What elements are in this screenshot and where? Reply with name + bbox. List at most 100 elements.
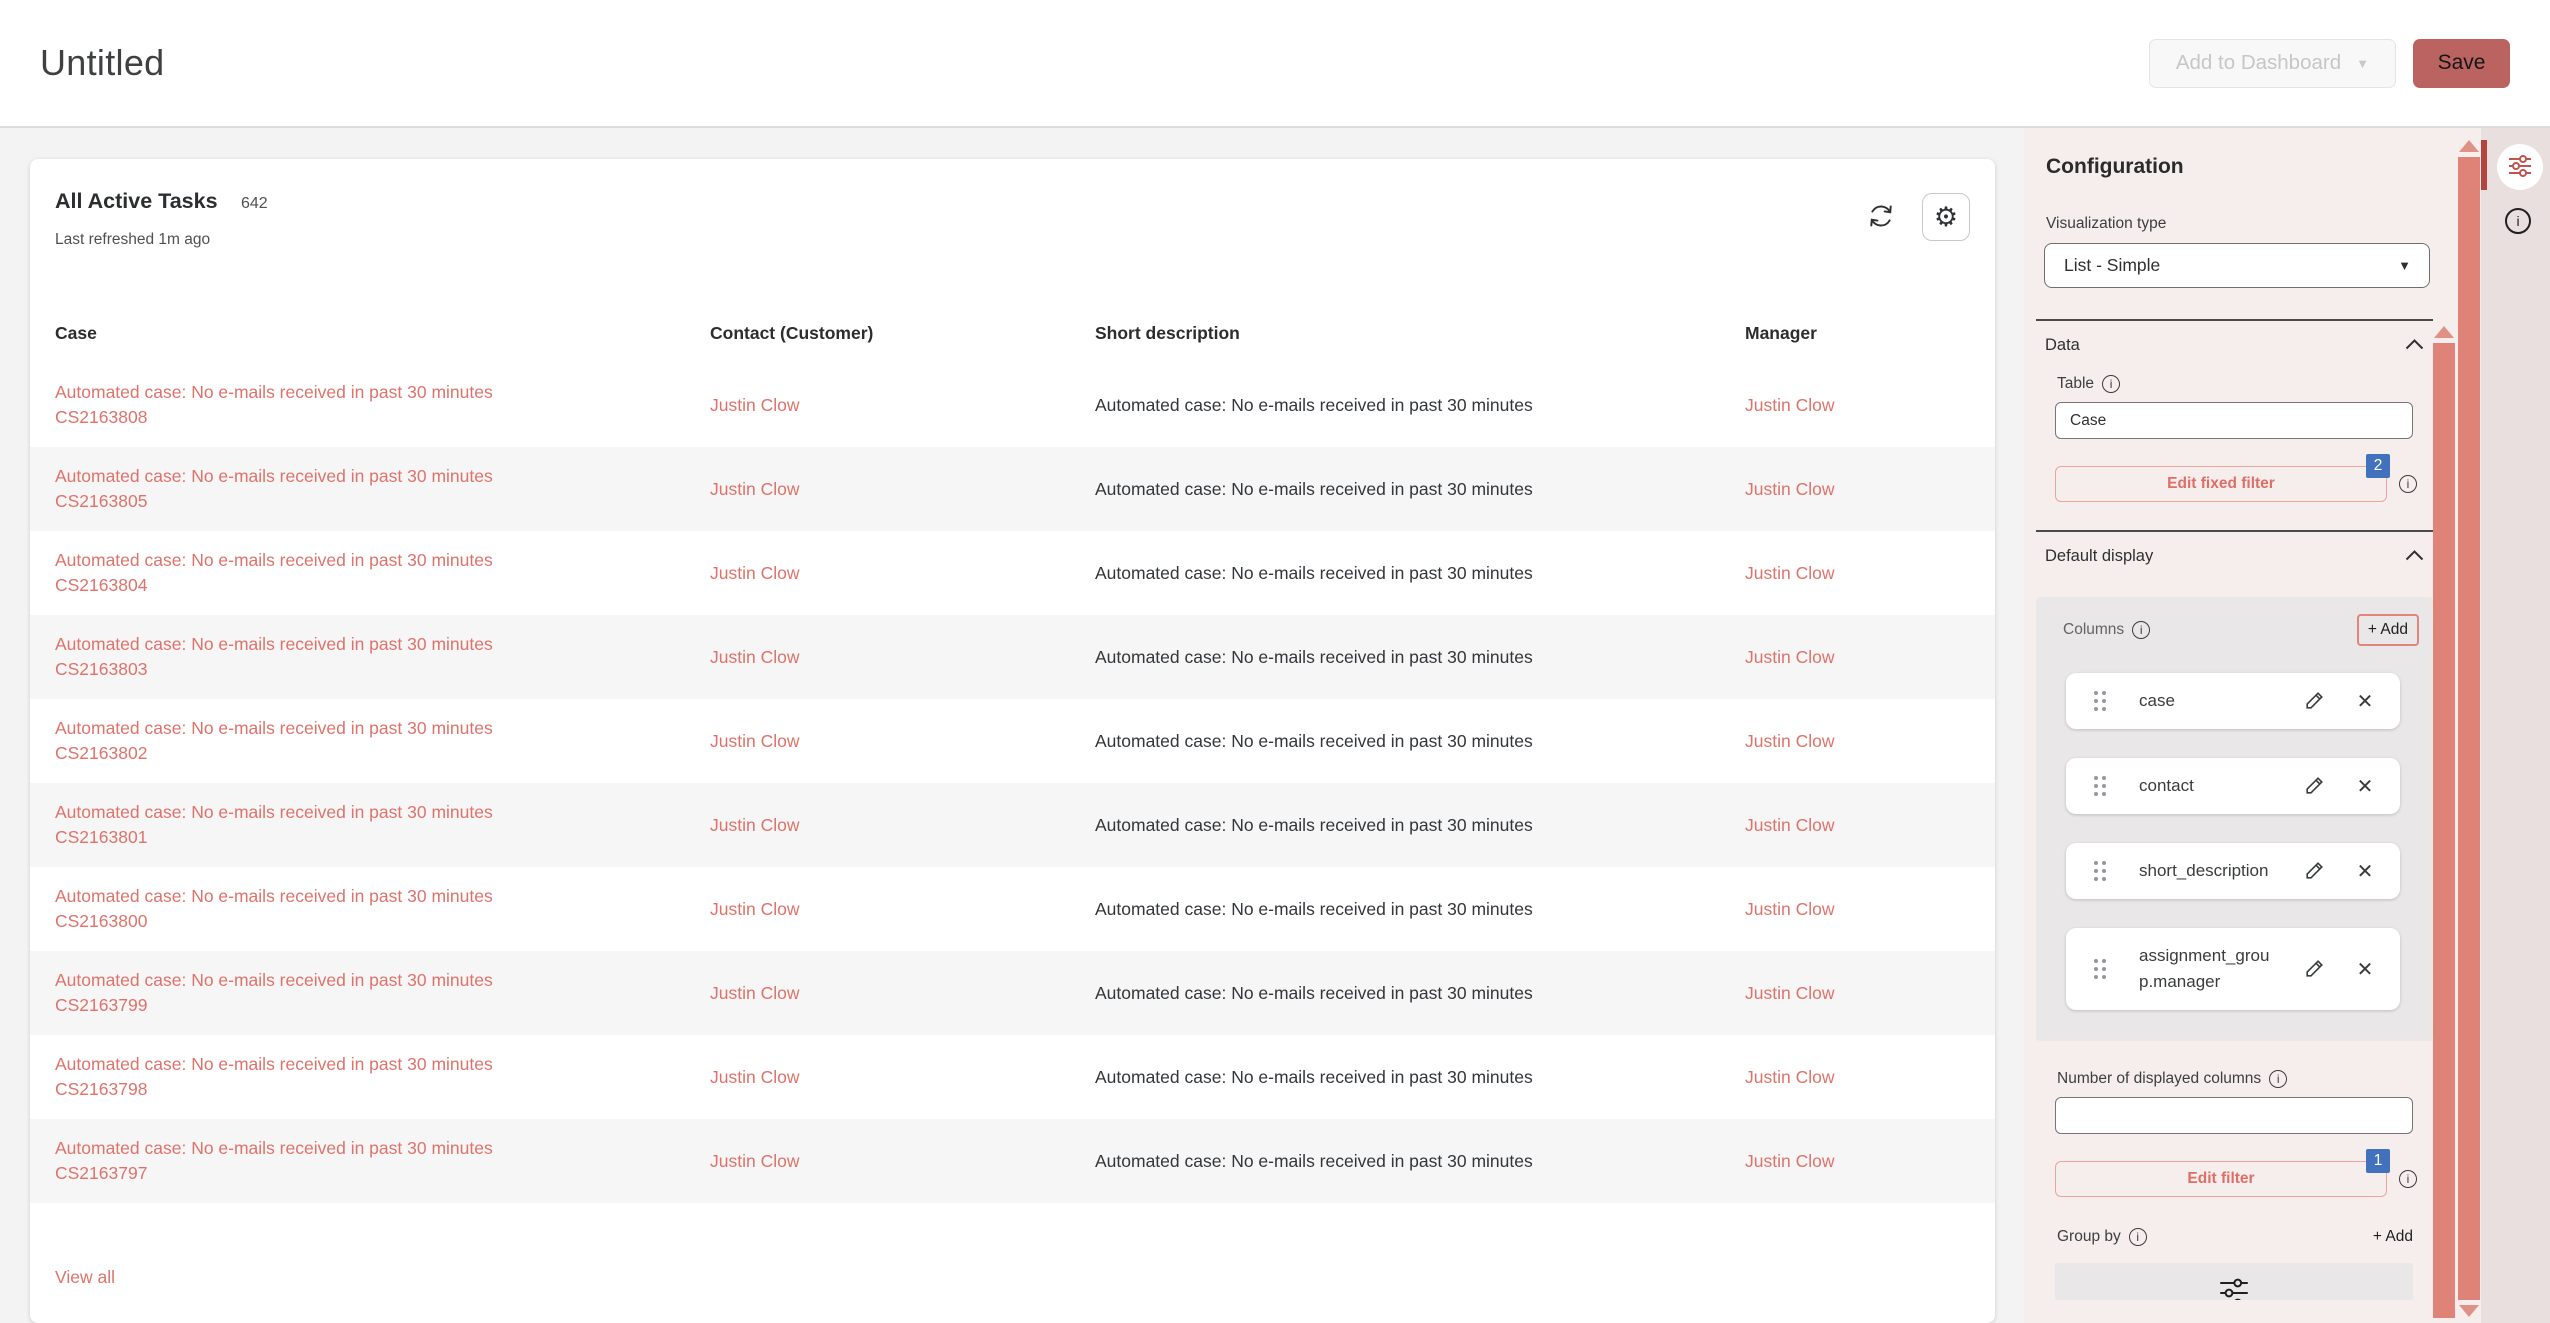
case-link[interactable]: Automated case: No e-mails received in p… <box>55 1136 680 1186</box>
contact-link[interactable]: Justin Clow <box>710 983 799 1003</box>
edit-column-button[interactable] <box>2302 858 2328 884</box>
manager-link[interactable]: Justin Clow <box>1745 815 1834 835</box>
contact-link[interactable]: Justin Clow <box>710 395 799 415</box>
info-tab-button[interactable]: i <box>2505 208 2531 234</box>
manager-link[interactable]: Justin Clow <box>1745 647 1834 667</box>
case-link[interactable]: Automated case: No e-mails received in p… <box>55 380 680 430</box>
chevron-down-icon: ▼ <box>2356 56 2369 71</box>
edit-column-button[interactable] <box>2302 688 2328 714</box>
column-chip-label: assignment_group.manager <box>2139 943 2271 995</box>
column-chip[interactable]: case ✕ <box>2066 673 2400 729</box>
info-icon[interactable]: i <box>2269 1070 2287 1088</box>
edit-fixed-filter-button[interactable]: Edit fixed filter <box>2055 466 2387 502</box>
info-icon[interactable]: i <box>2399 1170 2417 1188</box>
scroll-up-arrow[interactable] <box>2434 326 2454 338</box>
contact-link[interactable]: Justin Clow <box>710 479 799 499</box>
scroll-down-arrow[interactable] <box>2459 1305 2479 1317</box>
remove-column-button[interactable]: ✕ <box>2352 774 2378 799</box>
contact-link[interactable]: Justin Clow <box>710 899 799 919</box>
close-icon: ✕ <box>2357 959 2374 981</box>
add-to-dashboard-button[interactable]: Add to Dashboard ▼ <box>2149 39 2396 88</box>
default-display-section-header[interactable]: Default display <box>2036 532 2433 581</box>
num-columns-input[interactable] <box>2055 1097 2413 1134</box>
info-icon[interactable]: i <box>2129 1228 2147 1246</box>
scrollbar-thumb[interactable] <box>2458 157 2480 1300</box>
record-count: 642 <box>241 195 268 212</box>
manager-link[interactable]: Justin Clow <box>1745 899 1834 919</box>
remove-column-button[interactable]: ✕ <box>2352 689 2378 714</box>
contact-link[interactable]: Justin Clow <box>710 815 799 835</box>
top-bar: Untitled Add to Dashboard ▼ Save <box>0 0 2550 128</box>
drag-handle-icon[interactable] <box>2094 691 2098 695</box>
contact-link[interactable]: Justin Clow <box>710 731 799 751</box>
close-icon: ✕ <box>2357 691 2374 713</box>
remove-column-button[interactable]: ✕ <box>2352 957 2378 982</box>
case-link[interactable]: Automated case: No e-mails received in p… <box>55 716 680 766</box>
visualization-type-value: List - Simple <box>2064 255 2160 276</box>
case-link[interactable]: Automated case: No e-mails received in p… <box>55 632 680 682</box>
scrollbar-thumb[interactable] <box>2433 343 2455 1318</box>
edit-column-button[interactable] <box>2302 773 2328 799</box>
contact-link[interactable]: Justin Clow <box>710 563 799 583</box>
configuration-title: Configuration <box>2046 155 2433 179</box>
list-widget: All Active Tasks 642 Last refreshed 1m a… <box>30 159 1995 1323</box>
widget-header: All Active Tasks 642 Last refreshed 1m a… <box>30 189 1995 257</box>
column-header-case[interactable]: Case <box>55 323 710 344</box>
drag-handle-icon[interactable] <box>2094 776 2098 780</box>
info-icon[interactable]: i <box>2399 475 2417 493</box>
chevron-up-icon <box>2405 547 2424 566</box>
short-description-cell: Automated case: No e-mails received in p… <box>1095 479 1745 500</box>
page-title[interactable]: Untitled <box>40 42 164 84</box>
table-row: Automated case: No e-mails received in p… <box>30 447 1995 531</box>
table-body: Automated case: No e-mails received in p… <box>30 363 1995 1203</box>
manager-link[interactable]: Justin Clow <box>1745 731 1834 751</box>
column-chip[interactable]: contact ✕ <box>2066 758 2400 814</box>
drag-handle-icon[interactable] <box>2094 959 2098 963</box>
data-section-header[interactable]: Data <box>2036 321 2433 370</box>
table-row: Automated case: No e-mails received in p… <box>30 1035 1995 1119</box>
case-link[interactable]: Automated case: No e-mails received in p… <box>55 548 680 598</box>
info-icon[interactable]: i <box>2132 621 2150 639</box>
manager-link[interactable]: Justin Clow <box>1745 479 1834 499</box>
manager-link[interactable]: Justin Clow <box>1745 563 1834 583</box>
column-header-contact[interactable]: Contact (Customer) <box>710 323 1095 344</box>
remove-column-button[interactable]: ✕ <box>2352 859 2378 884</box>
contact-link[interactable]: Justin Clow <box>710 1067 799 1087</box>
case-link[interactable]: Automated case: No e-mails received in p… <box>55 464 680 514</box>
case-link[interactable]: Automated case: No e-mails received in p… <box>55 800 680 850</box>
save-button[interactable]: Save <box>2413 39 2510 88</box>
pencil-icon <box>2303 785 2327 800</box>
manager-link[interactable]: Justin Clow <box>1745 395 1834 415</box>
contact-link[interactable]: Justin Clow <box>710 1151 799 1171</box>
manager-link[interactable]: Justin Clow <box>1745 1151 1834 1171</box>
visualization-type-select[interactable]: List - Simple ▼ <box>2044 243 2430 288</box>
table-input[interactable]: Case <box>2055 402 2413 439</box>
manager-link[interactable]: Justin Clow <box>1745 983 1834 1003</box>
info-icon[interactable]: i <box>2102 375 2120 393</box>
widget-settings-button[interactable]: ⚙ <box>1922 193 1970 241</box>
contact-link[interactable]: Justin Clow <box>710 647 799 667</box>
case-link[interactable]: Automated case: No e-mails received in p… <box>55 1052 680 1102</box>
add-group-by-button[interactable]: + Add <box>2373 1228 2413 1246</box>
add-column-button[interactable]: + Add <box>2357 614 2419 646</box>
view-all-link[interactable]: View all <box>55 1267 115 1288</box>
inner-scrollbar[interactable] <box>2433 326 2455 1323</box>
case-number: CS2163798 <box>55 1077 680 1102</box>
case-link[interactable]: Automated case: No e-mails received in p… <box>55 968 680 1018</box>
edit-filter-button[interactable]: Edit filter <box>2055 1161 2387 1197</box>
gear-icon: ⚙ <box>1934 202 1958 232</box>
panel-scrollbar[interactable] <box>2458 140 2480 1317</box>
column-header-short-description[interactable]: Short description <box>1095 323 1745 344</box>
group-by-empty-state <box>2055 1263 2413 1300</box>
configuration-tab-button[interactable] <box>2497 144 2543 190</box>
column-header-manager[interactable]: Manager <box>1745 323 1970 344</box>
column-chip[interactable]: short_description ✕ <box>2066 843 2400 899</box>
refresh-button[interactable] <box>1866 202 1896 232</box>
case-link[interactable]: Automated case: No e-mails received in p… <box>55 884 680 934</box>
case-number: CS2163797 <box>55 1161 680 1186</box>
manager-link[interactable]: Justin Clow <box>1745 1067 1834 1087</box>
edit-column-button[interactable] <box>2302 956 2328 982</box>
scroll-up-arrow[interactable] <box>2459 140 2479 152</box>
column-chip[interactable]: assignment_group.manager ✕ <box>2066 928 2400 1010</box>
drag-handle-icon[interactable] <box>2094 861 2098 865</box>
